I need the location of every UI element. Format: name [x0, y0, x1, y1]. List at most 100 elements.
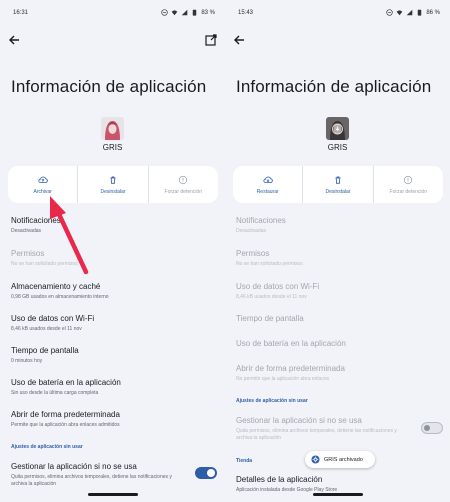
wifi-usage-item[interactable]: Uso de datos con Wi-Fi 8,46 kB usados de… [236, 282, 441, 301]
status-icons: 86 % [386, 9, 440, 16]
notifications-item[interactable]: Notificaciones Desactivadas [236, 216, 441, 235]
status-bar: 15:43 86 % [225, 8, 450, 20]
section-unused-settings: Ajustes de aplicación sin usar [236, 398, 308, 404]
gear-icon [311, 455, 320, 464]
notifications-item[interactable]: Notificaciones Desactivadas [11, 216, 216, 235]
trash-icon [335, 176, 341, 184]
force-stop-button[interactable]: Forzar detención [374, 166, 443, 203]
notifications-subtitle: Desactivadas [11, 228, 42, 234]
screen-time-item[interactable]: Tiempo de pantalla [236, 314, 441, 324]
open-by-default-title: Abrir de forma predeterminada [236, 364, 345, 373]
dnd-icon [161, 9, 168, 16]
section-store: Tienda [236, 458, 253, 464]
battery-level: 83 % [201, 9, 215, 16]
battery-icon [418, 9, 422, 16]
uninstall-button[interactable]: Desinstalar [303, 166, 374, 203]
battery-level: 86 % [426, 9, 440, 16]
permissions-subtitle: No se han solicitado permisos [236, 261, 303, 267]
uninstall-button[interactable]: Desinstalar [78, 166, 149, 203]
open-by-default-title: Abrir de forma predeterminada [11, 410, 120, 419]
open-by-default-item[interactable]: Abrir de forma predeterminada Permite qu… [11, 410, 216, 429]
wifi-icon [172, 10, 178, 16]
open-by-default-item[interactable]: Abrir de forma predeterminada No permiti… [236, 364, 441, 383]
archived-snackbar: GRIS archivado [305, 451, 375, 468]
restore-label: Restaurar [256, 188, 279, 195]
screen-time-item[interactable]: Tiempo de pantalla 0 minutos hoy [11, 346, 216, 365]
gesture-bar [313, 493, 363, 496]
manage-unused-item[interactable]: Gestionar la aplicación si no se usa Qui… [236, 416, 416, 442]
app-details-item[interactable]: Detalles de la aplicación Aplicación ins… [236, 475, 441, 494]
manage-unused-toggle[interactable] [195, 467, 217, 479]
notifications-title: Notificaciones [236, 216, 286, 225]
action-bar: Restaurar Desinstalar Forzar detención [233, 166, 443, 203]
toggle-knob [424, 425, 430, 431]
screen-time-title: Tiempo de pantalla [11, 346, 79, 355]
open-by-default-subtitle: No permitir que la aplicación abra enlac… [236, 376, 330, 382]
trash-icon [110, 176, 116, 184]
open-by-default-subtitle: Permite que la aplicación abra enlaces a… [11, 422, 120, 428]
wifi-usage-title: Uso de datos con Wi-Fi [236, 282, 320, 291]
section-unused-settings: Ajustes de aplicación sin usar [11, 444, 83, 450]
gesture-bar [88, 493, 138, 496]
notifications-title: Notificaciones [11, 216, 61, 225]
storage-subtitle: 0,98 GB usados en almacenamiento interno [11, 294, 109, 300]
cloud-upload-icon [38, 176, 48, 183]
info-icon [179, 175, 188, 184]
info-icon [404, 175, 413, 184]
permissions-subtitle: No se han solicitado permisos [11, 261, 78, 267]
action-bar: Archivar Desinstalar Forzar detención [8, 166, 218, 203]
wifi-usage-item[interactable]: Uso de datos con Wi-Fi 8,46 kB usados de… [11, 314, 216, 333]
toggle-knob [207, 469, 215, 477]
app-icon-archived [326, 117, 349, 140]
open-external-icon[interactable] [204, 33, 218, 47]
app-name: GRIS [327, 143, 348, 152]
wifi-usage-title: Uso de datos con Wi-Fi [11, 314, 95, 323]
wifi-icon [397, 10, 403, 16]
status-icons: 83 % [161, 9, 215, 16]
storage-item[interactable]: Almacenamiento y caché 0,98 GB usados en… [11, 282, 216, 301]
battery-usage-subtitle: Sin uso desde la última carga completa [11, 390, 99, 396]
back-arrow-icon[interactable] [232, 33, 246, 47]
wifi-usage-subtitle: 8,46 kB usados desde el 11 nov [11, 326, 82, 332]
screen-time-title: Tiempo de pantalla [236, 314, 304, 323]
battery-usage-item[interactable]: Uso de batería en la aplicación [236, 339, 441, 349]
restore-button[interactable]: Restaurar [233, 166, 304, 203]
battery-usage-title: Uso de batería en la aplicación [236, 339, 346, 348]
uninstall-label: Desinstalar [100, 188, 126, 195]
archive-label: Archivar [33, 188, 52, 195]
manage-unused-subtitle: Quita permisos, elimina archivos tempora… [11, 474, 172, 487]
page-title: Información de aplicación [11, 77, 207, 96]
top-app-bar [0, 33, 225, 49]
force-stop-button[interactable]: Forzar detención [149, 166, 218, 203]
manage-unused-item[interactable]: Gestionar la aplicación si no se usa Qui… [11, 462, 191, 488]
archive-button[interactable]: Archivar [8, 166, 79, 203]
force-stop-label: Forzar detención [389, 188, 428, 195]
battery-usage-title: Uso de batería en la aplicación [11, 378, 121, 387]
battery-usage-item[interactable]: Uso de batería en la aplicación Sin uso … [11, 378, 216, 397]
manage-unused-toggle[interactable] [421, 422, 443, 434]
uninstall-label: Desinstalar [325, 188, 351, 195]
top-app-bar [225, 33, 450, 49]
app-name: GRIS [102, 143, 123, 152]
storage-title: Almacenamiento y caché [11, 282, 101, 291]
dnd-icon [386, 9, 393, 16]
permissions-title: Permisos [11, 249, 45, 258]
manage-unused-title: Gestionar la aplicación si no se usa [11, 462, 137, 471]
back-arrow-icon[interactable] [7, 33, 21, 47]
status-time: 15:43 [238, 10, 254, 16]
permissions-title: Permisos [236, 249, 270, 258]
snackbar-label: GRIS archivado [324, 456, 363, 463]
status-time: 16:31 [13, 10, 29, 16]
permissions-item[interactable]: Permisos No se han solicitado permisos [236, 249, 441, 268]
signal-icon [407, 9, 413, 16]
app-details-title: Detalles de la aplicación [236, 475, 323, 484]
manage-unused-title: Gestionar la aplicación si no se usa [236, 416, 362, 425]
app-icon [101, 117, 124, 140]
manage-unused-subtitle: Quita permisos, elimina archivos tempora… [236, 428, 397, 441]
permissions-item[interactable]: Permisos No se han solicitado permisos [11, 249, 216, 268]
wifi-usage-subtitle: 8,46 kB usados desde el 11 nov [236, 294, 307, 300]
status-bar: 16:31 83 % [0, 8, 225, 20]
screen-time-subtitle: 0 minutos hoy [11, 358, 43, 364]
force-stop-label: Forzar detención [164, 188, 203, 195]
app-info-screen-right: 15:43 86 % Información de aplicación GRI… [225, 0, 450, 502]
